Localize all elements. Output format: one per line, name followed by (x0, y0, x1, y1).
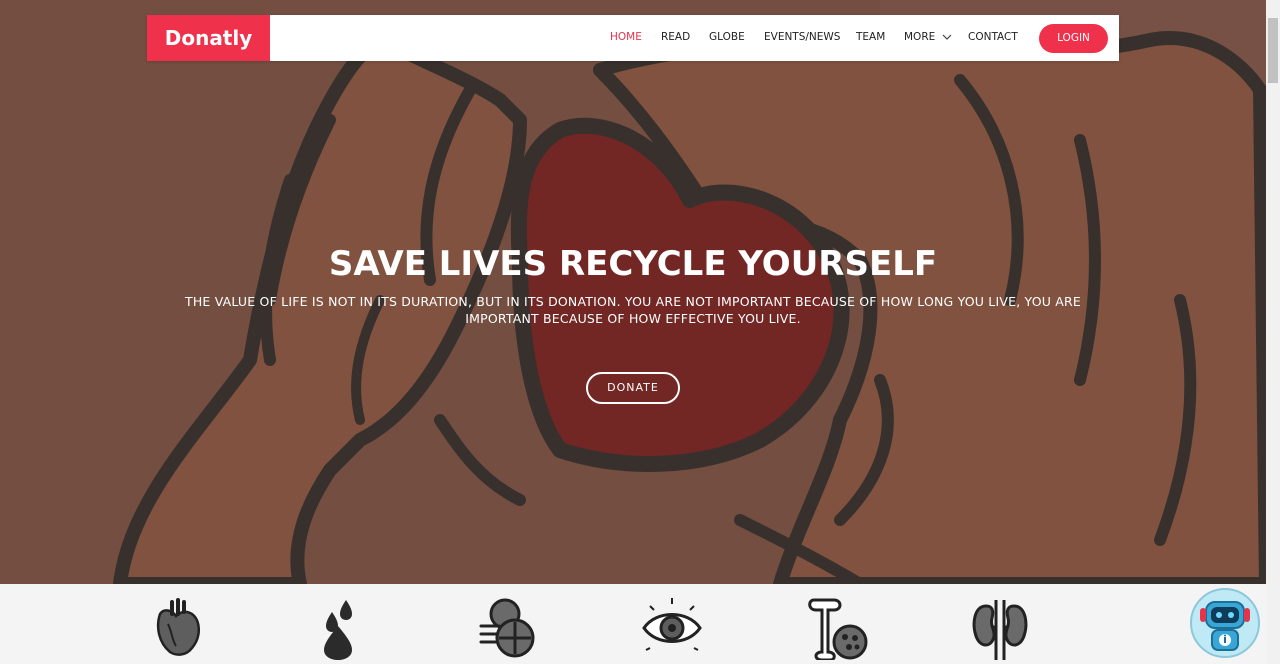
nav-item-home[interactable]: HOME (610, 31, 642, 43)
nav-item-events-news[interactable]: EVENTS/NEWS (764, 31, 840, 43)
nav-item-globe[interactable]: GLOBE (709, 31, 745, 43)
nav-item-read[interactable]: READ (661, 31, 690, 43)
hero-section: SAVE LIVES RECYCLE YOURSELF THE VALUE OF… (0, 0, 1266, 584)
nav-links: HOME READ GLOBE EVENTS/NEWS TEAM MORE CO… (147, 15, 1119, 61)
organ-icons-strip (0, 584, 1266, 664)
nav-item-contact[interactable]: CONTACT (968, 31, 1018, 43)
chevron-down-icon (942, 34, 952, 40)
page-scrollbar[interactable] (1266, 0, 1280, 664)
eye-icon (642, 598, 702, 651)
nav-item-team[interactable]: TEAM (856, 31, 885, 43)
robot-assistant-icon[interactable] (1190, 588, 1260, 658)
login-button[interactable]: LOGIN (1039, 24, 1108, 53)
donate-button[interactable]: DONATE (586, 372, 680, 404)
scrollbar-thumb[interactable] (1268, 18, 1278, 83)
heart-organ-icon (156, 598, 200, 656)
hero-title: SAVE LIVES RECYCLE YOURSELF (328, 244, 938, 284)
pancreas-icon (479, 598, 535, 658)
hero-subtitle: THE VALUE OF LIFE IS NOT IN ITS DURATION… (184, 294, 1081, 326)
bone-marrow-icon (808, 598, 868, 660)
kidneys-icon (972, 600, 1028, 660)
hero-content: SAVE LIVES RECYCLE YOURSELF THE VALUE OF… (0, 240, 1266, 404)
navbar: Donatly HOME READ GLOBE EVENTS/NEWS TEAM… (147, 15, 1119, 61)
blood-drops-icon (324, 600, 352, 660)
page: SAVE LIVES RECYCLE YOURSELF THE VALUE OF… (0, 0, 1280, 664)
nav-item-more[interactable]: MORE (904, 31, 952, 43)
nav-item-more-label: MORE (904, 31, 936, 43)
